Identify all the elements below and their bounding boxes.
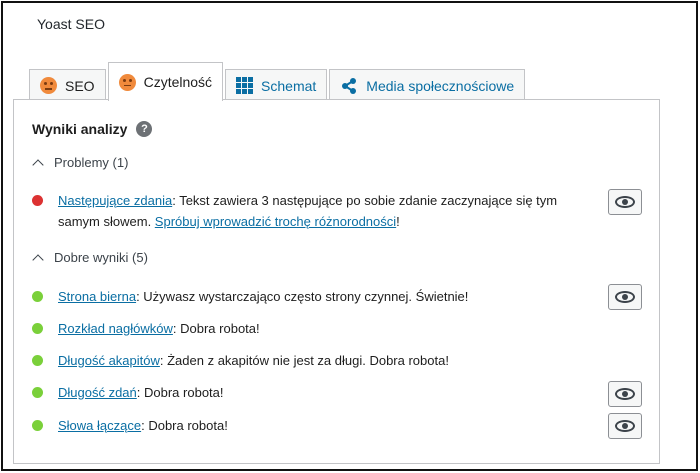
- suggestion-link[interactable]: Spróbuj wprowadzić trochę różnorodności: [155, 214, 396, 229]
- result-item-good: Długość akapitów: Żaden z akapitów nie j…: [32, 350, 592, 371]
- result-item-good: Słowa łączące: Dobra robota!: [32, 415, 592, 436]
- result-text: Następujące zdania: Tekst zawiera 3 nast…: [58, 193, 558, 229]
- good-results-label: Dobre wyniki (5): [54, 250, 148, 265]
- highlight-eye-button[interactable]: [608, 284, 642, 310]
- sad-face-icon: [118, 73, 136, 91]
- result-item-good: Długość zdań: Dobra robota!: [32, 382, 592, 403]
- eye-icon: [615, 291, 635, 303]
- highlight-eye-button[interactable]: [608, 413, 642, 439]
- eye-icon: [615, 420, 635, 432]
- result-text: Długość zdań: Dobra robota!: [58, 385, 224, 400]
- panel-title: Yoast SEO: [37, 16, 105, 32]
- readability-content: Wyniki analizy ? Problemy (1) Następując…: [13, 99, 660, 464]
- sad-face-icon: [40, 77, 57, 94]
- tab-schema[interactable]: Schemat: [225, 69, 328, 101]
- tab-label: Media społecznościowe: [366, 77, 515, 94]
- tab-label: Czytelność: [143, 74, 213, 90]
- result-link[interactable]: Strona bierna: [58, 289, 136, 304]
- result-item-problem: Następujące zdania: Tekst zawiera 3 nast…: [32, 190, 592, 232]
- result-text: Długość akapitów: Żaden z akapitów nie j…: [58, 353, 449, 368]
- problems-label: Problemy (1): [54, 155, 129, 170]
- good-status-icon: [32, 420, 43, 431]
- bad-status-icon: [32, 195, 43, 206]
- tab-readability[interactable]: Czytelność: [107, 62, 224, 101]
- tab-seo[interactable]: SEO: [29, 69, 106, 101]
- highlight-eye-button[interactable]: [608, 381, 642, 407]
- result-link[interactable]: Rozkład nagłówków: [58, 321, 173, 336]
- analysis-heading-text: Wyniki analizy: [32, 121, 128, 137]
- analysis-heading: Wyniki analizy ?: [32, 121, 153, 137]
- chevron-up-icon: [32, 253, 44, 266]
- share-icon: [342, 77, 357, 94]
- result-text: Słowa łączące: Dobra robota!: [58, 418, 228, 433]
- grid-icon: [236, 77, 254, 94]
- result-text: Rozkład nagłówków: Dobra robota!: [58, 321, 260, 336]
- yoast-seo-panel: Yoast SEO SEO Czytelność Schemat Media s…: [1, 1, 698, 471]
- tab-social[interactable]: Media społecznościowe: [329, 69, 526, 101]
- good-results-toggle[interactable]: Dobre wyniki (5): [32, 250, 148, 266]
- good-status-icon: [32, 387, 43, 398]
- result-link[interactable]: Długość zdań: [58, 385, 137, 400]
- eye-icon: [615, 388, 635, 400]
- tab-label: SEO: [65, 77, 95, 94]
- result-item-good: Rozkład nagłówków: Dobra robota!: [32, 318, 592, 339]
- good-status-icon: [32, 323, 43, 334]
- result-item-good: Strona bierna: Używasz wystarczająco czę…: [32, 286, 592, 307]
- result-link[interactable]: Długość akapitów: [58, 353, 160, 368]
- good-status-icon: [32, 291, 43, 302]
- eye-icon: [615, 196, 635, 208]
- highlight-eye-button[interactable]: [608, 189, 642, 215]
- result-text: Strona bierna: Używasz wystarczająco czę…: [58, 289, 469, 304]
- tab-bar: SEO Czytelność Schemat Media społecznośc…: [29, 61, 527, 101]
- good-status-icon: [32, 355, 43, 366]
- problems-toggle[interactable]: Problemy (1): [32, 155, 129, 171]
- help-icon[interactable]: ?: [136, 121, 153, 137]
- result-link[interactable]: Następujące zdania: [58, 193, 172, 208]
- tab-label: Schemat: [261, 77, 317, 94]
- chevron-up-icon: [32, 158, 44, 171]
- result-link[interactable]: Słowa łączące: [58, 418, 141, 433]
